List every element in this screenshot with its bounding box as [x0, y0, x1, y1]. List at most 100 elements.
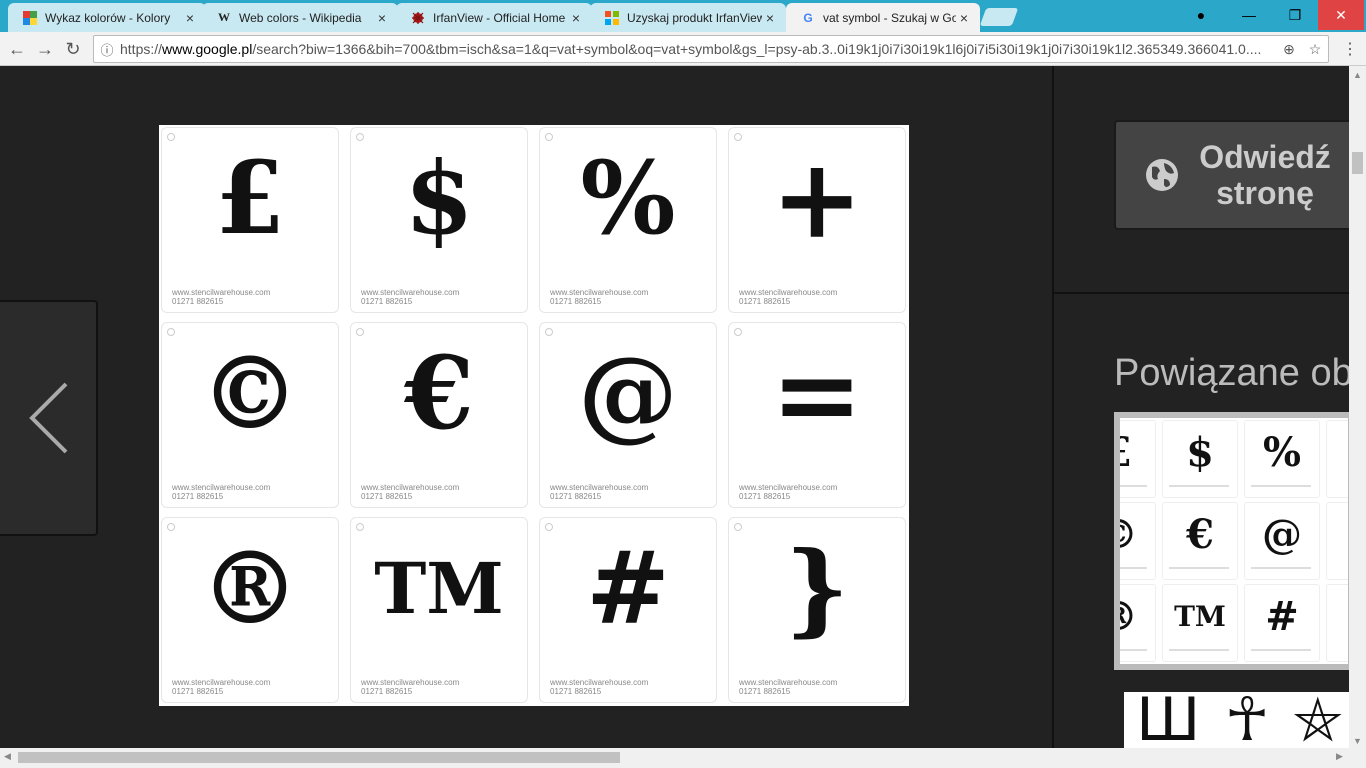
- tab-irfanview[interactable]: IrfanView - Official Home ×: [396, 3, 592, 32]
- zoom-icon[interactable]: ⊕: [1276, 41, 1302, 58]
- related-symbol: Ш: [1136, 692, 1201, 748]
- caption-line: 01271 882615: [739, 492, 791, 501]
- related-stencil-cell: @: [1244, 502, 1320, 580]
- stencil-symbol: ©: [200, 334, 300, 452]
- visit-page-button[interactable]: Odwiedź stronę: [1114, 120, 1349, 230]
- url-text[interactable]: https://www.google.pl/search?biw=1366&bi…: [120, 41, 1276, 57]
- side-panel: Odwiedź stronę Powiązane ob £ $% © € @ ® TM # Ш…: [1052, 66, 1349, 748]
- related-stencil-cell: $: [1162, 420, 1238, 498]
- related-symbol: ⛤: [1293, 692, 1342, 748]
- stencil-symbol: ®: [200, 529, 300, 647]
- related-stencil-symbol: $: [1186, 428, 1214, 476]
- irfanview-favicon-icon: [410, 10, 426, 26]
- reload-icon[interactable]: ↻: [60, 36, 86, 62]
- back-icon[interactable]: ←: [4, 36, 30, 62]
- related-image-thumbnail-2[interactable]: Ш ☥ ⛤: [1124, 692, 1349, 748]
- stencil-cell: = www.stencilwarehouse.com 01271 882615: [728, 322, 906, 508]
- info-icon[interactable]: ⓘ: [94, 40, 120, 59]
- related-image-thumbnail[interactable]: £ $% © € @ ® TM #: [1114, 412, 1349, 670]
- stencil-cell: @ www.stencilwarehouse.com 01271 882615: [539, 322, 717, 508]
- caption-line: www.stencilwarehouse.com: [739, 678, 838, 687]
- related-caption-line: [1251, 567, 1311, 569]
- scroll-up-icon[interactable]: ▲: [1353, 70, 1362, 80]
- close-window-button[interactable]: ✕: [1318, 0, 1364, 30]
- tab-close-icon[interactable]: ×: [956, 10, 972, 26]
- tab-close-icon[interactable]: ×: [568, 10, 584, 26]
- tab-close-icon[interactable]: ×: [182, 10, 198, 26]
- scroll-down-icon[interactable]: ▼: [1353, 736, 1362, 746]
- stencil-caption: www.stencilwarehouse.com 01271 882615: [550, 288, 648, 306]
- tab-title: Wykaz kolorów - Kolory: [45, 10, 171, 25]
- horizontal-scroll-thumb[interactable]: [18, 752, 620, 763]
- related-stencil-symbol: ®: [1120, 585, 1155, 647]
- caption-line: 01271 882615: [361, 492, 413, 501]
- related-caption-line: [1169, 649, 1229, 651]
- stencil-caption: www.stencilwarehouse.com 01271 882615: [739, 678, 837, 696]
- tab-microsoft-store[interactable]: Uzyskaj produkt IrfanView ×: [590, 3, 786, 32]
- colors-favicon-icon: [22, 10, 38, 26]
- tab-title: IrfanView - Official Home: [433, 10, 566, 25]
- url-path: /search?biw=1366&bih=700&tbm=isch&sa=1&q…: [252, 41, 1262, 57]
- stencil-caption: www.stencilwarehouse.com 01271 882615: [361, 678, 459, 696]
- bookmark-star-icon[interactable]: ☆: [1302, 41, 1328, 58]
- vertical-scroll-thumb[interactable]: [1352, 152, 1363, 174]
- stencil-cell: TM www.stencilwarehouse.com 01271 882615: [350, 517, 528, 703]
- caption-line: 01271 882615: [739, 687, 791, 696]
- panel-divider: [1054, 292, 1349, 294]
- related-caption-line: [1169, 485, 1229, 487]
- visit-label-line1: Odwiedź: [1199, 139, 1331, 175]
- menu-icon[interactable]: ⋮: [1340, 36, 1360, 62]
- main-image-preview[interactable]: £ www.stencilwarehouse.com 01271 882615 $ ww…: [159, 125, 909, 706]
- url-field[interactable]: ⓘ https://www.google.pl/search?biw=1366&…: [93, 35, 1329, 63]
- related-stencil-cell: %: [1244, 420, 1320, 498]
- tab-google-search[interactable]: G vat symbol - Szukaj w Go ×: [786, 3, 980, 32]
- caption-line: 01271 882615: [739, 297, 791, 306]
- tab-colors[interactable]: Wykaz kolorów - Kolory ×: [8, 3, 206, 32]
- stencil-symbol: £: [215, 139, 285, 257]
- forward-icon[interactable]: →: [32, 36, 58, 62]
- stencil-caption: www.stencilwarehouse.com 01271 882615: [550, 678, 648, 696]
- related-caption-line: [1251, 649, 1311, 651]
- google-favicon-icon: G: [803, 10, 813, 25]
- caption-line: www.stencilwarehouse.com: [550, 288, 649, 297]
- caption-line: 01271 882615: [361, 297, 413, 306]
- tab-close-icon[interactable]: ×: [762, 10, 778, 26]
- stencil-cell: © www.stencilwarehouse.com 01271 882615: [161, 322, 339, 508]
- stencil-symbol: €: [404, 334, 474, 452]
- related-symbol: ☥: [1224, 692, 1270, 748]
- caption-line: www.stencilwarehouse.com: [739, 483, 838, 492]
- browser-chrome: Wykaz kolorów - Kolory × W Web colors - …: [0, 0, 1366, 66]
- stencil-caption: www.stencilwarehouse.com 01271 882615: [172, 288, 270, 306]
- related-stencil-cell: [1326, 502, 1348, 580]
- caption-line: 01271 882615: [172, 687, 224, 696]
- minimize-button[interactable]: —: [1226, 0, 1272, 30]
- stencil-cell: + www.stencilwarehouse.com 01271 882615: [728, 127, 906, 313]
- related-stencil-cell: [1326, 584, 1348, 662]
- profile-icon[interactable]: ●: [1178, 0, 1224, 30]
- related-stencil-cell: €: [1162, 502, 1238, 580]
- scroll-right-icon[interactable]: ▶: [1336, 751, 1343, 762]
- tab-wikipedia[interactable]: W Web colors - Wikipedia ×: [202, 3, 398, 32]
- stencil-cell: € www.stencilwarehouse.com 01271 882615: [350, 322, 528, 508]
- stencil-caption: www.stencilwarehouse.com 01271 882615: [550, 483, 648, 501]
- stencil-symbol: +: [770, 133, 864, 263]
- new-tab-button[interactable]: [979, 8, 1019, 26]
- caption-line: 01271 882615: [550, 297, 602, 306]
- vertical-scrollbar[interactable]: ▲ ▼: [1349, 66, 1366, 768]
- scroll-left-icon[interactable]: ◀: [4, 751, 11, 762]
- tab-strip: Wykaz kolorów - Kolory × W Web colors - …: [0, 0, 1366, 32]
- tab-close-icon[interactable]: ×: [374, 10, 390, 26]
- caption-line: www.stencilwarehouse.com: [550, 678, 649, 687]
- related-stencil-cell: ®: [1120, 584, 1156, 662]
- stencil-symbol: =: [770, 328, 864, 458]
- restore-button[interactable]: ❐: [1272, 0, 1318, 30]
- stencil-caption: www.stencilwarehouse.com 01271 882615: [361, 288, 459, 306]
- caption-line: 01271 882615: [172, 492, 224, 501]
- related-caption-line: [1120, 649, 1147, 651]
- stencil-caption: www.stencilwarehouse.com 01271 882615: [172, 678, 270, 696]
- caption-line: www.stencilwarehouse.com: [361, 678, 460, 687]
- stencil-symbol: TM: [374, 546, 504, 630]
- previous-image-button[interactable]: [0, 300, 98, 536]
- horizontal-scrollbar[interactable]: ◀ ▶: [0, 748, 1349, 768]
- stencil-cell: $ www.stencilwarehouse.com 01271 882615: [350, 127, 528, 313]
